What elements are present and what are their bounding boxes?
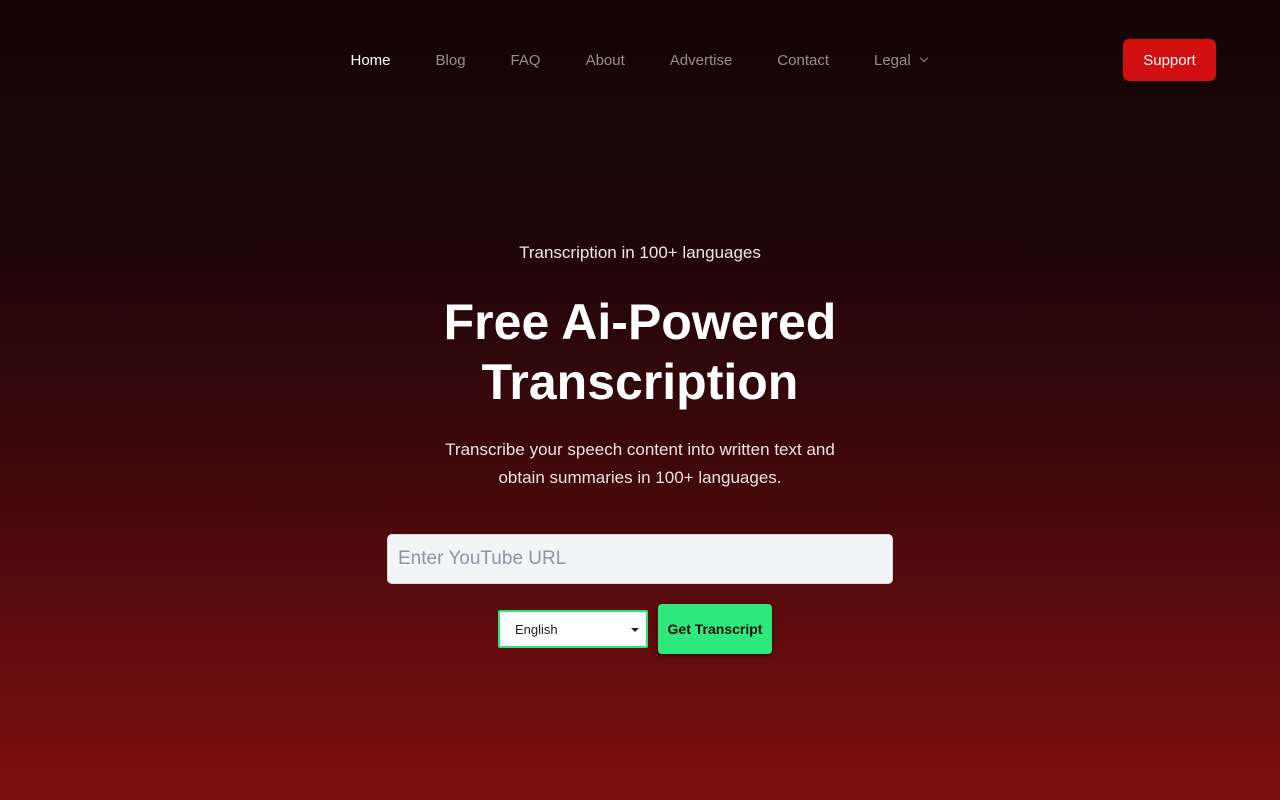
nav-link-advertise[interactable]: Advertise: [647, 52, 755, 69]
top-navigation: Home Blog FAQ About Advertise Contact Le…: [0, 0, 1280, 120]
hero-headline-line2: Transcription: [481, 354, 799, 410]
hero-headline-line1: Free Ai-Powered: [443, 294, 837, 350]
hero-subtitle-line1: Transcribe your speech content into writ…: [445, 440, 835, 459]
hero-subtitle-line2: obtain summaries in 100+ languages.: [498, 468, 782, 487]
hero-section: Transcription in 100+ languages Free Ai-…: [0, 240, 1280, 492]
hero-subtitle: Transcribe your speech content into writ…: [0, 436, 1280, 492]
support-button[interactable]: Support: [1123, 39, 1216, 81]
nav-link-legal-label: Legal: [874, 51, 911, 69]
nav-link-contact[interactable]: Contact: [755, 52, 852, 69]
youtube-url-input[interactable]: [387, 534, 893, 584]
hero-headline: Free Ai-Powered Transcription: [0, 292, 1280, 412]
nav-link-faq[interactable]: FAQ: [488, 52, 563, 69]
nav-link-blog[interactable]: Blog: [413, 52, 488, 69]
nav-link-home[interactable]: Home: [328, 52, 413, 69]
nav-link-about[interactable]: About: [563, 52, 647, 69]
nav-link-legal[interactable]: Legal: [852, 52, 950, 69]
language-select-value: English: [515, 621, 558, 637]
hero-eyebrow: Transcription in 100+ languages: [519, 243, 761, 262]
language-select[interactable]: English: [498, 610, 648, 648]
get-transcript-button[interactable]: Get Transcript: [658, 604, 772, 654]
nav-links: Home Blog FAQ About Advertise Contact Le…: [328, 50, 949, 70]
caret-down-icon: [631, 628, 639, 632]
chevron-down-icon: [919, 53, 928, 63]
